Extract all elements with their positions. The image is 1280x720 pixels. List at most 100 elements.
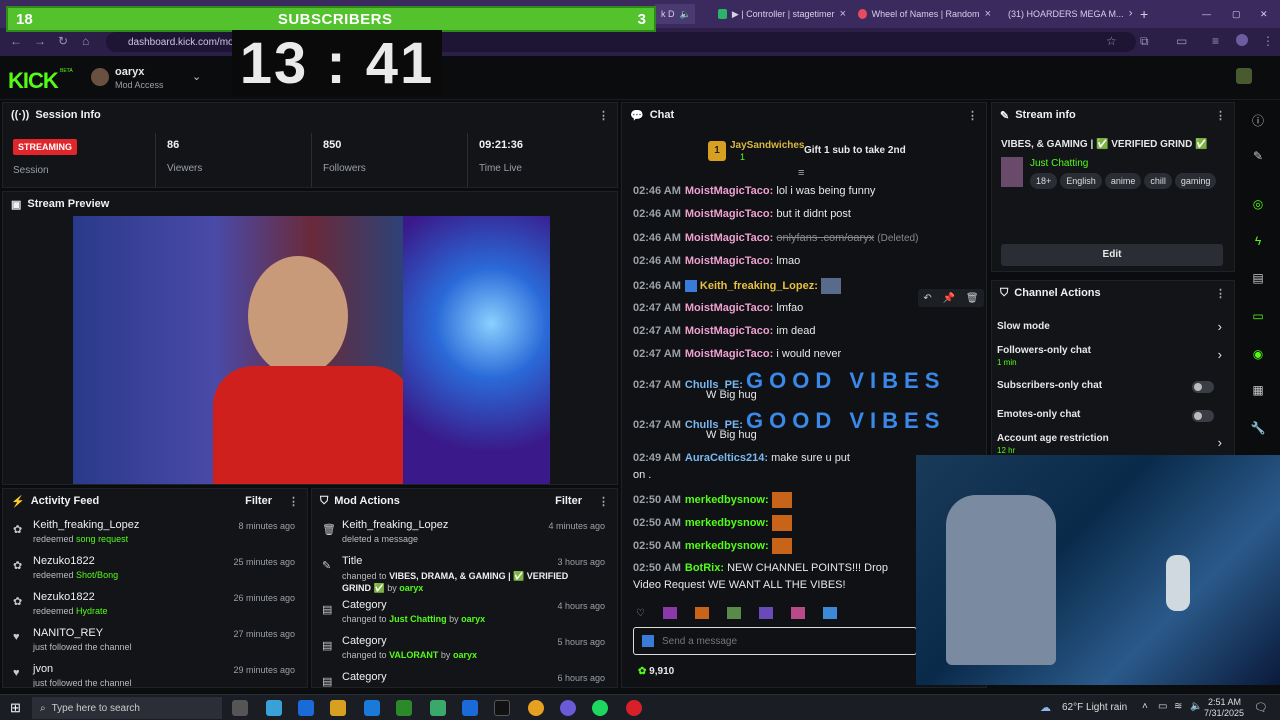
maximize-button[interactable]: ▢ (1226, 4, 1246, 24)
weather-text[interactable]: 62°F Light rain (1062, 702, 1127, 713)
kebab-menu-icon[interactable]: ⋮ (1215, 109, 1226, 122)
emotes-only-toggle[interactable] (1192, 410, 1214, 422)
chat-user[interactable]: MoistMagicTaco: (685, 232, 773, 244)
close-window-button[interactable]: ✕ (1254, 4, 1274, 24)
slow-mode-label[interactable]: Slow mode (997, 321, 1050, 332)
broadcast-icon[interactable]: ◉ (1246, 342, 1270, 366)
kebab-menu-icon[interactable]: ⋮ (967, 109, 978, 122)
kebab-menu-icon[interactable]: ⋮ (1215, 287, 1226, 300)
chat-user[interactable]: BotRix: (685, 562, 724, 574)
tab-wheel-of-names[interactable]: Wheel of Names | Random × (852, 4, 997, 24)
layout-icon[interactable]: ▦ (1246, 378, 1270, 402)
wifi-icon[interactable]: ≋ (1174, 701, 1182, 712)
filter-button[interactable]: Filter (245, 495, 272, 507)
chevron-down-icon[interactable]: ⌄ (192, 70, 201, 83)
emote-icon[interactable] (758, 607, 773, 619)
kick-logo[interactable]: KICK (8, 68, 59, 94)
obs-icon[interactable] (626, 700, 642, 716)
clipboard-icon[interactable]: ▤ (1246, 266, 1270, 290)
store-icon[interactable] (364, 700, 380, 716)
extensions-icon[interactable]: ⧉ (1140, 34, 1149, 49)
browser-menu-icon[interactable]: ⋮ (1262, 34, 1274, 48)
chevron-right-icon[interactable]: › (1218, 319, 1222, 334)
followers-only-label[interactable]: Followers-only chat (997, 345, 1091, 356)
close-tab-icon[interactable]: × (985, 8, 991, 20)
chrome-icon[interactable] (528, 700, 544, 716)
task-view-icon[interactable] (232, 700, 248, 716)
chat-user[interactable]: MoistMagicTaco: (685, 255, 773, 267)
file-explorer-icon[interactable] (330, 700, 346, 716)
notifications-icon[interactable]: 🗨 (1254, 701, 1268, 714)
back-icon[interactable]: ← (10, 34, 22, 48)
chat-user[interactable]: merkedbysnow: (685, 540, 769, 552)
reload-icon[interactable]: ↻ (58, 34, 68, 48)
edit-icon[interactable]: ✎ (1246, 144, 1270, 168)
tab-youtube[interactable]: (31) HOARDERS MEGA M... × (997, 4, 1132, 24)
chevron-up-icon[interactable]: ˄ (1142, 701, 1148, 712)
camera-icon[interactable]: ◎ (1246, 192, 1270, 216)
close-tab-icon[interactable]: × (1129, 8, 1132, 20)
user-avatar[interactable] (1236, 68, 1252, 84)
outlook-icon[interactable] (462, 700, 478, 716)
emote-icon[interactable] (662, 607, 677, 619)
delete-icon[interactable]: 🗑 (966, 293, 979, 304)
clock-date[interactable]: 7/31/2025 (1204, 708, 1244, 718)
chat-user[interactable]: MoistMagicTaco: (685, 185, 773, 197)
kebab-menu-icon[interactable]: ⋮ (598, 495, 609, 508)
app-icon[interactable] (430, 700, 446, 716)
channel-points[interactable]: ✿ 9,910 (638, 666, 674, 677)
chat-user[interactable]: MoistMagicTaco: (685, 302, 773, 314)
chat-user[interactable]: MoistMagicTaco: (685, 208, 773, 220)
bookmark-star-icon[interactable]: ☆ (1106, 34, 1117, 48)
tag-chip[interactable]: gaming (1174, 173, 1217, 189)
mod-item-user[interactable]: oaryx (461, 614, 485, 624)
tag-chip[interactable]: English (1060, 173, 1102, 189)
mute-icon[interactable]: 🔈 (680, 9, 691, 20)
tiktok-icon[interactable] (494, 700, 510, 716)
chat-user[interactable]: MoistMagicTaco: (685, 325, 773, 337)
emote-icon[interactable] (822, 607, 837, 619)
tab-stagetimer[interactable]: ▶ | Controller | stagetimer × (712, 4, 852, 24)
stream-category[interactable]: Just Chatting (1030, 158, 1088, 169)
lightning-icon[interactable]: ϟ (1246, 229, 1270, 253)
chevron-right-icon[interactable]: › (1218, 435, 1222, 450)
kebab-menu-icon[interactable]: ⋮ (598, 109, 609, 122)
tag-chip[interactable]: 18+ (1030, 173, 1058, 189)
mod-item-user[interactable]: oaryx (399, 583, 423, 593)
sidebar-icon[interactable]: ▭ (1176, 34, 1187, 48)
wrench-icon[interactable]: 🔧 (1246, 416, 1270, 440)
home-icon[interactable]: ⌂ (82, 34, 89, 48)
chat-user[interactable]: Keith_freaking_Lopez: (700, 280, 818, 292)
tag-chip[interactable]: anime (1104, 173, 1142, 189)
clock-time[interactable]: 2:51 AM (1208, 697, 1241, 707)
spotify-icon[interactable] (592, 700, 608, 716)
discord-icon[interactable] (560, 700, 576, 716)
pin-icon[interactable]: 📌 (943, 293, 955, 304)
emote-icon[interactable] (694, 607, 709, 619)
copilot-icon[interactable] (266, 700, 282, 716)
collapse-icon[interactable]: ≡ (798, 167, 804, 179)
mod-item-user[interactable]: oaryx (453, 650, 477, 660)
reply-icon[interactable]: ↶ (923, 293, 931, 304)
xbox-icon[interactable] (396, 700, 412, 716)
chevron-right-icon[interactable]: › (1218, 347, 1222, 362)
chat-user[interactable]: merkedbysnow: (685, 517, 769, 529)
edit-button[interactable]: Edit (1001, 244, 1223, 266)
taskbar-search[interactable]: ⌕ Type here to search (32, 697, 222, 719)
profile-avatar[interactable] (1236, 34, 1248, 46)
kebab-menu-icon[interactable]: ⋮ (288, 495, 299, 508)
reading-list-icon[interactable]: ≡ (1212, 34, 1219, 48)
emote-icon[interactable] (726, 607, 741, 619)
emote-icon[interactable] (790, 607, 805, 619)
tag-chip[interactable]: chill (1144, 173, 1172, 189)
tab-partial[interactable]: k D 🔈 (655, 4, 695, 24)
stream-video-frame[interactable] (73, 216, 550, 484)
battery-icon[interactable]: ▭ (1158, 701, 1167, 712)
chat-user[interactable]: merkedbysnow: (685, 494, 769, 506)
new-tab-button[interactable]: + (1134, 4, 1154, 24)
forward-icon[interactable]: → (34, 34, 46, 48)
heart-icon[interactable]: ♡ (636, 608, 645, 619)
chat-input[interactable]: Send a message (633, 627, 917, 655)
close-tab-icon[interactable]: × (840, 8, 846, 20)
info-icon[interactable]: ⓘ (1246, 108, 1270, 132)
